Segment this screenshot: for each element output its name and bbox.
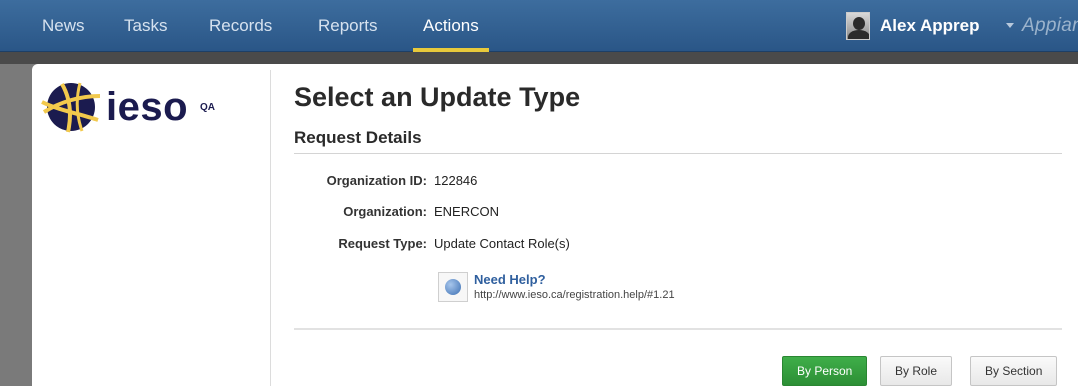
avatar[interactable] [846, 12, 870, 40]
request-type-value: Update Contact Role(s) [434, 236, 570, 251]
ieso-logo: ieso QA [40, 80, 240, 140]
organization-label: Organization: [343, 204, 427, 219]
top-navigation-bar: News Tasks Records Reports Actions Alex … [0, 0, 1078, 52]
chevron-down-icon[interactable] [1006, 23, 1014, 28]
section-title: Request Details [294, 128, 422, 147]
nav-reports-label: Reports [318, 16, 378, 35]
nav-actions-label: Actions [423, 16, 479, 35]
nav-actions[interactable]: Actions [413, 0, 489, 52]
avatar-shoulders [848, 30, 869, 39]
nav-news-label: News [42, 16, 85, 35]
nav-tasks[interactable]: Tasks [124, 0, 167, 52]
appian-brand-logo: Appian [1022, 15, 1078, 36]
organization-id-value: 122846 [434, 173, 478, 188]
section-divider [294, 153, 1062, 154]
page-title: Select an Update Type [294, 82, 581, 112]
help-link[interactable]: Need Help? [474, 272, 546, 287]
header-shadow-band [0, 52, 1078, 64]
nav-records-label: Records [209, 16, 273, 35]
by-section-button[interactable]: By Section [970, 356, 1058, 386]
organization-value: ENERCON [434, 204, 500, 219]
logo-wordmark: ieso [106, 85, 189, 129]
by-person-button[interactable]: By Person [782, 356, 868, 386]
organization-id-label: Organization ID: [326, 173, 427, 188]
request-type-label: Request Type: [338, 236, 427, 251]
help-url: http://www.ieso.ca/registration.help/#1.… [474, 289, 675, 301]
avatar-head [853, 17, 865, 30]
globe-logo-icon [41, 82, 101, 133]
form-divider [294, 328, 1062, 330]
user-menu-name[interactable]: Alex Apprep [880, 0, 980, 52]
environment-badge: QA [200, 102, 215, 113]
globe-icon [445, 279, 461, 295]
nav-news[interactable]: News [42, 0, 85, 52]
nav-tasks-label: Tasks [124, 16, 168, 35]
nav-records[interactable]: Records [209, 0, 272, 52]
help-icon-box[interactable] [438, 272, 468, 302]
nav-reports[interactable]: Reports [318, 0, 378, 52]
by-role-button[interactable]: By Role [880, 356, 953, 386]
sidebar-divider [270, 70, 271, 386]
